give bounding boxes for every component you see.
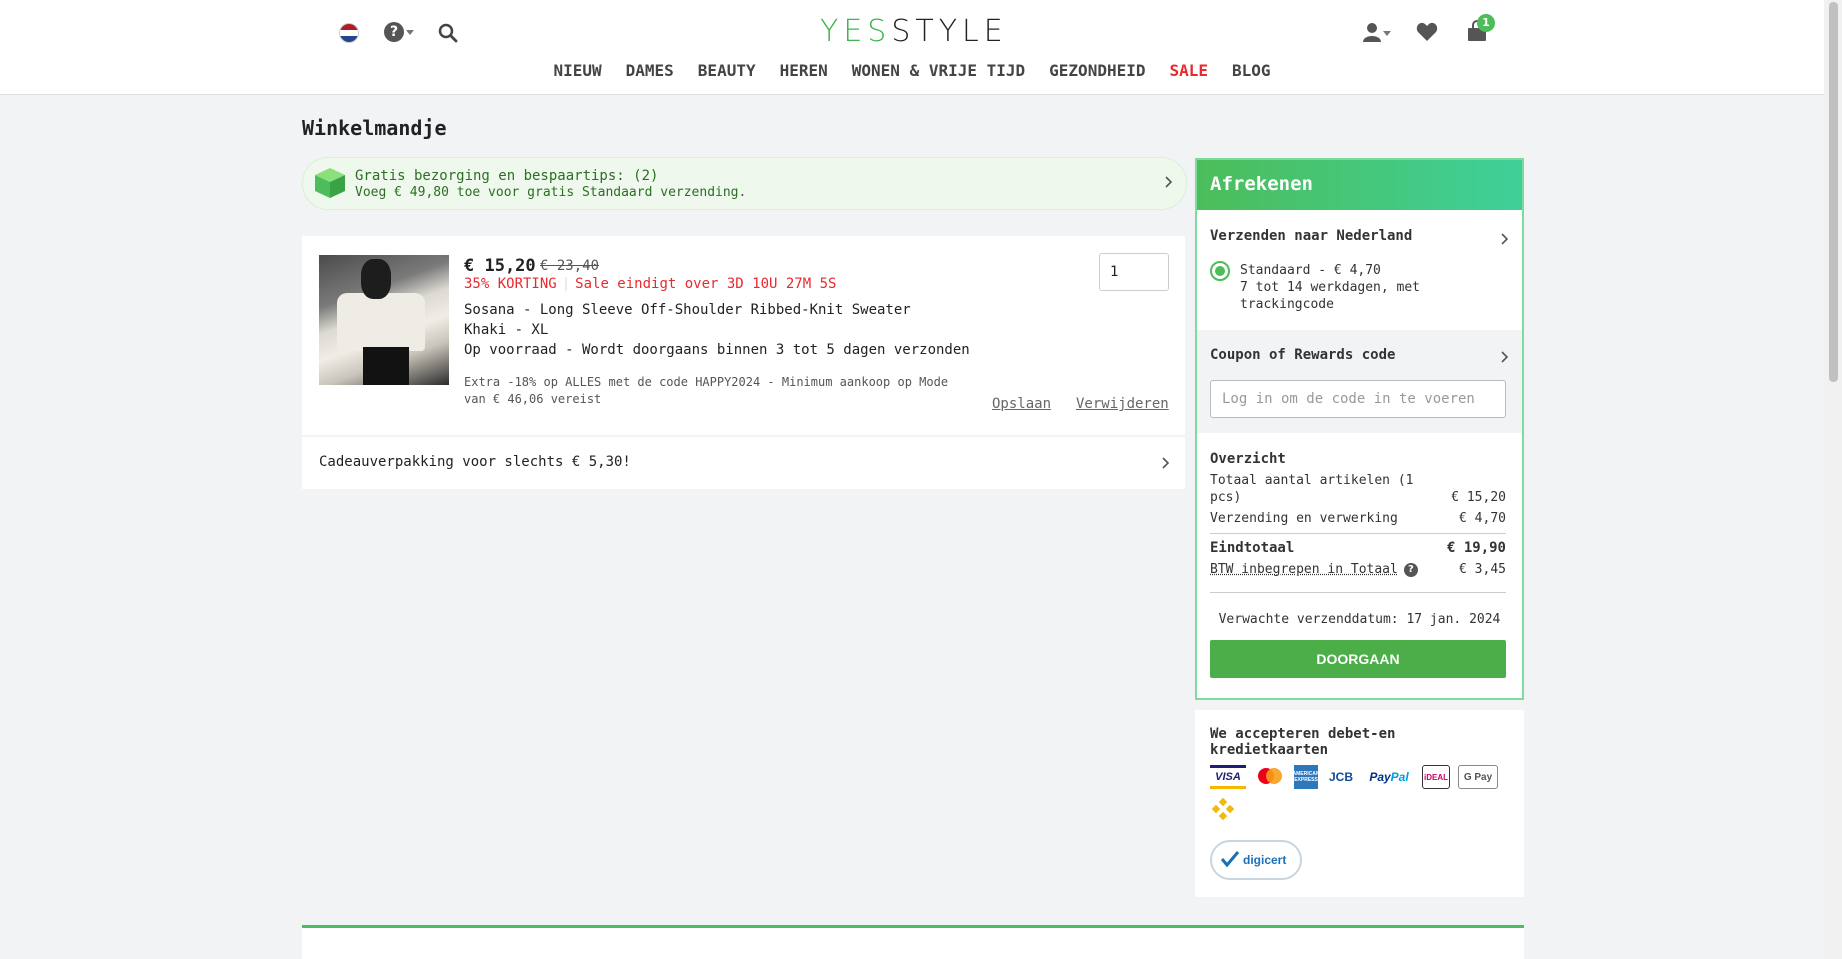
account-icon[interactable] [1362,22,1382,42]
extra-discount-note: Extra -18% op ALLES met de code HAPPY202… [464,375,949,406]
save-for-later-link[interactable]: Opslaan [992,396,1051,412]
item-price: € 15,20 [464,256,536,276]
stock-status: Op voorraad - Wordt doorgaans binnen 3 t… [464,342,970,358]
remove-item-link[interactable]: Verwijderen [1076,396,1169,412]
help-icon[interactable]: ? [384,22,404,42]
gift-wrap-row[interactable]: Cadeauverpakking voor slechts € 5,30! [302,437,1185,489]
help-icon[interactable]: ? [1403,562,1418,577]
digicert-seal-icon[interactable]: digicert [1210,840,1302,880]
sale-countdown: Sale eindigt over 3D 10U 27M 5S [575,276,837,292]
quantity-input[interactable] [1099,253,1169,291]
vat-row: BTW inbegrepen in Totaal? € 3,45 [1210,561,1506,578]
chevron-right-icon [1165,176,1173,188]
help-chevron-down-icon[interactable] [406,30,414,35]
coupon-title[interactable]: Coupon of Rewards code [1210,347,1395,363]
mastercard-icon [1258,768,1282,784]
jcb-icon: JCB [1328,770,1353,784]
product-variant: Khaki - XL [464,322,549,338]
amex-icon: AMERICAN EXPRESS [1293,765,1319,789]
chevron-right-icon [1162,457,1170,469]
proceed-button[interactable]: DOORGAAN [1210,640,1506,678]
page-title: Winkelmandje [302,116,447,140]
coupon-section: Coupon of Rewards code [1197,330,1522,433]
main-nav: NIEUW DAMES BEAUTY HEREN WONEN & VRIJE T… [0,61,1824,80]
payment-card-list: VISA AMERICAN EXPRESS JCB Pay Pal iDEAL G… [1210,765,1510,821]
nav-item-wonen[interactable]: WONEN & VRIJE TIJD [852,61,1025,80]
checkout-title: Afrekenen [1210,173,1313,195]
total-items-label: Totaal aantal artikelen (1 pcs) [1210,473,1414,505]
footer-start [302,925,1524,959]
nav-item-dames[interactable]: DAMES [626,61,674,80]
payment-methods-title: We accepteren debet-en kredietkaarten [1210,726,1396,758]
package-icon [315,168,345,198]
overview-title: Overzicht [1210,451,1286,467]
paypal-icon: Pay Pal [1369,770,1409,784]
nav-item-beauty[interactable]: BEAUTY [698,61,756,80]
account-chevron-down-icon[interactable] [1383,31,1391,36]
yesstyle-logo[interactable]: YESSTYLE [820,14,1008,49]
visa-icon: VISA [1210,765,1246,789]
vat-label[interactable]: BTW inbegrepen in Totaal [1210,562,1398,577]
divider [1210,533,1506,534]
digicert-label: digicert [1243,853,1287,867]
promo-title: Gratis bezorging en bespaartips: (2) [355,168,659,184]
cart-count-badge: 1 [1477,14,1495,32]
search-icon[interactable] [438,23,458,43]
nav-item-sale[interactable]: SALE [1169,61,1208,80]
gift-wrap-label: Cadeauverpakking voor slechts € 5,30! [319,454,631,470]
shipping-option-radio[interactable] [1210,261,1230,281]
ideal-icon: iDEAL [1422,765,1450,789]
discount-line: 35% KORTING | Sale eindigt over 3D 10U 27M… [464,276,837,292]
checkout-panel: Afrekenen Verzenden naar Nederland Stand… [1195,158,1524,700]
chevron-right-icon[interactable] [1500,232,1510,246]
binance-pay-icon [1211,797,1235,821]
free-shipping-promo[interactable]: Gratis bezorging en bespaartips: (2) Voe… [302,157,1187,210]
product-name[interactable]: Sosana - Long Sleeve Off-Shoulder Ribbed… [464,302,911,318]
chevron-right-icon[interactable] [1500,350,1510,364]
google-pay-icon: G Pay [1458,765,1498,789]
site-header: ? YESSTYLE 1 NIEUW DAMES BEAUTY HEREN WO… [0,0,1824,95]
shipping-cost-label: Verzending en verwerking [1210,511,1398,526]
shipping-cost-value: € 4,70 [1459,511,1506,526]
grand-total-row: Eindtotaal € 19,90 [1210,540,1506,557]
nav-item-heren[interactable]: HEREN [780,61,828,80]
shipping-option-label: Standaard - € 4,70 [1240,263,1381,278]
payment-methods-panel: We accepteren debet-en kredietkaarten VI… [1195,710,1524,897]
discount-label: 35% KORTING [464,276,557,292]
checkout-header: Afrekenen [1197,160,1522,210]
nav-item-gezondheid[interactable]: GEZONDHEID [1049,61,1145,80]
total-items-row: Totaal aantal artikelen (1 pcs) € 15,20 [1210,472,1506,506]
shipping-option[interactable]: Standaard - € 4,70 7 tot 14 werkdagen, me… [1240,262,1500,313]
grand-total-value: € 19,90 [1446,540,1506,556]
item-old-price: € 23,40 [540,258,600,274]
nav-item-blog[interactable]: BLOG [1232,61,1271,80]
divider [1210,592,1506,593]
expected-ship-date: Verwachte verzenddatum: 17 jan. 2024 [1218,612,1501,627]
coupon-input[interactable] [1210,380,1506,418]
grand-total-label: Eindtotaal [1210,540,1295,556]
cart-item: € 15,20 € 23,40 35% KORTING | Sale eindigt… [302,236,1185,435]
product-thumbnail[interactable] [319,255,449,385]
nav-item-nieuw[interactable]: NIEUW [553,61,601,80]
promo-subtitle: Voeg € 49,80 toe voor gratis Standaard v… [355,185,747,200]
wishlist-heart-icon[interactable] [1416,22,1438,42]
ship-to-label[interactable]: Verzenden naar Nederland [1210,228,1412,244]
vat-value: € 3,45 [1459,562,1506,577]
shipping-cost-row: Verzending en verwerking € 4,70 [1210,510,1506,527]
language-flag-icon[interactable] [339,23,359,43]
total-items-value: € 15,20 [1451,490,1506,505]
shipping-option-detail: 7 tot 14 werkdagen, met trackingcode [1240,280,1421,312]
scrollbar-thumb[interactable] [1829,2,1838,382]
page-scrollbar[interactable] [1824,0,1842,959]
